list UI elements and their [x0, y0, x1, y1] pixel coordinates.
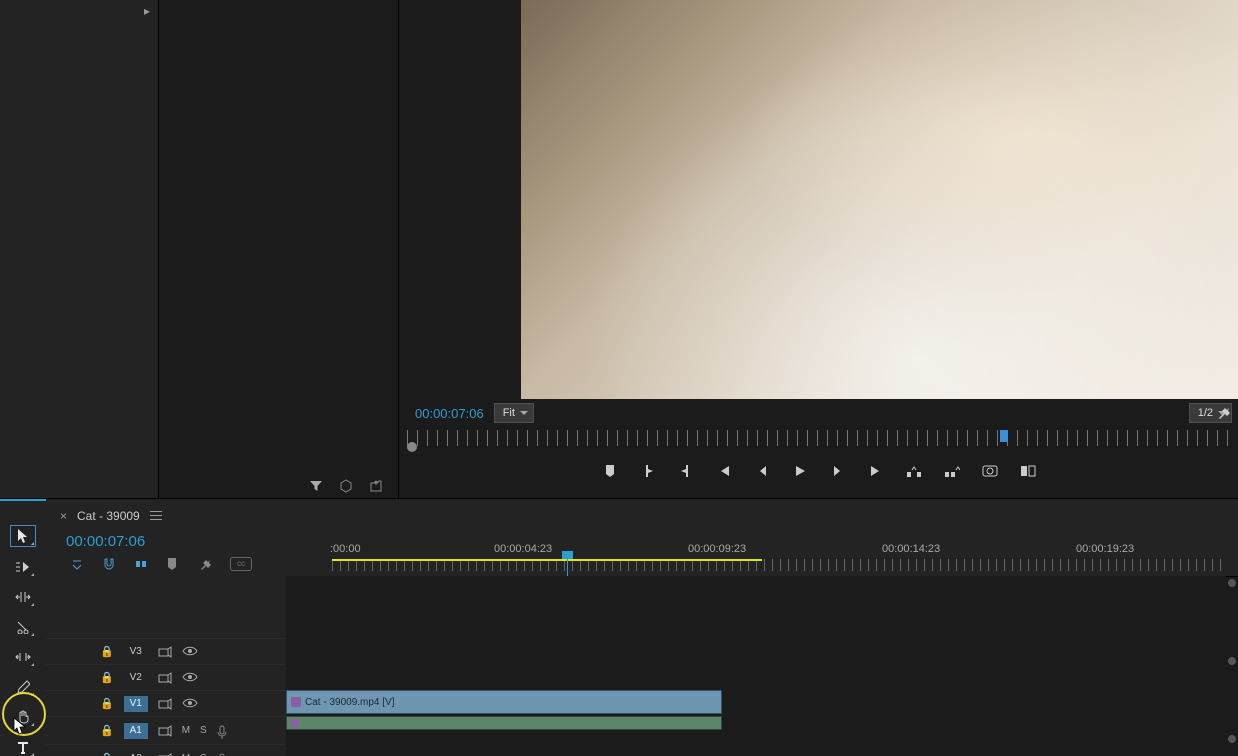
scrub-knob-icon[interactable] — [407, 442, 417, 452]
ruler-label: 00:00:19:23 — [1076, 543, 1134, 555]
expand-icon[interactable]: ▸ — [144, 4, 150, 18]
toggle-output-icon[interactable] — [158, 646, 172, 658]
ripple-edit-tool[interactable] — [11, 587, 35, 607]
toggle-output-icon[interactable] — [158, 698, 172, 710]
toggle-output-icon[interactable] — [158, 753, 172, 756]
timeline-ruler[interactable]: :00:00 00:00:04:23 00:00:09:23 00:00:14:… — [332, 543, 1226, 571]
lock-icon[interactable]: 🔒 — [100, 724, 114, 737]
pen-tool[interactable] — [11, 677, 35, 697]
program-monitor: 00:00:07:06 Fit 1/2 — [399, 0, 1238, 498]
fx-badge-icon — [291, 697, 301, 707]
eye-icon[interactable] — [182, 672, 196, 684]
fx-badge-icon — [291, 719, 299, 727]
track-a1[interactable]: 🔒 A1 M S — [46, 717, 286, 745]
program-timecode[interactable]: 00:00:07:06 — [415, 406, 484, 421]
selection-tool[interactable] — [10, 525, 36, 547]
toggle-output-icon[interactable] — [158, 725, 172, 737]
mark-in-icon[interactable] — [639, 462, 657, 480]
ruler-label: 00:00:14:23 — [882, 543, 940, 555]
tracks-area: 🔒 V3 🔒 V2 🔒 V1 🔒 — [46, 576, 1226, 756]
razor-tool[interactable] — [11, 617, 35, 637]
lock-icon[interactable]: 🔒 — [100, 671, 114, 684]
source-panel — [159, 0, 399, 498]
project-panel: ▸ — [0, 0, 159, 498]
tool-palette — [0, 499, 47, 756]
slip-tool[interactable] — [11, 647, 35, 667]
lift-icon[interactable] — [905, 462, 923, 480]
video-preview[interactable] — [521, 0, 1238, 399]
linked-selection-icon[interactable] — [134, 557, 148, 571]
voiceover-icon[interactable] — [217, 753, 231, 756]
cc-icon[interactable]: cc — [230, 557, 252, 571]
track-a2[interactable]: 🔒 A2 M S — [46, 745, 286, 756]
extract-icon[interactable] — [943, 462, 961, 480]
transport-controls — [399, 462, 1238, 480]
eye-icon[interactable] — [182, 698, 196, 710]
program-scrubber[interactable] — [407, 430, 1230, 446]
scroll-handle-icon[interactable] — [1228, 735, 1236, 743]
sequence-tab[interactable]: × Cat - 39009 — [60, 509, 162, 523]
settings-icon[interactable] — [1216, 405, 1232, 421]
comparison-view-icon[interactable] — [1019, 462, 1037, 480]
export-icon[interactable] — [368, 478, 384, 494]
scroll-handle-icon[interactable] — [1228, 657, 1236, 665]
track-label[interactable]: V2 — [124, 670, 148, 686]
step-fwd-icon[interactable] — [829, 462, 847, 480]
mark-out-icon[interactable] — [677, 462, 695, 480]
timeline-header: × Cat - 39009 00:00:07:06 cc :00:00 00:0… — [46, 499, 1238, 577]
app-root: ▸ 00:00:07:06 Fit 1/2 — [0, 0, 1238, 756]
vertical-scroll[interactable] — [1226, 509, 1238, 756]
eye-icon[interactable] — [182, 646, 196, 658]
mute-button[interactable]: M — [182, 725, 190, 736]
track-label[interactable]: A2 — [124, 751, 148, 756]
timeline-panel: × Cat - 39009 00:00:07:06 cc :00:00 00:0… — [0, 499, 1238, 756]
audio-clip[interactable] — [286, 716, 722, 730]
zoom-dropdown[interactable]: Fit — [494, 403, 534, 423]
export-frame-icon[interactable] — [981, 462, 999, 480]
clip-label: Cat - 39009.mp4 [V] — [305, 697, 395, 708]
snap-icon[interactable] — [70, 557, 84, 571]
track-select-tool[interactable] — [11, 557, 35, 577]
track-label[interactable]: V1 — [124, 696, 148, 712]
track-label[interactable]: A1 — [124, 723, 148, 739]
ruler-label: 00:00:04:23 — [494, 543, 552, 555]
step-back-icon[interactable] — [753, 462, 771, 480]
type-tool[interactable] — [11, 737, 35, 756]
ruler-label: :00:00 — [330, 543, 361, 555]
track-headers: 🔒 V3 🔒 V2 🔒 V1 🔒 — [46, 576, 286, 756]
track-v1[interactable]: 🔒 V1 — [46, 691, 286, 717]
sequence-name: Cat - 39009 — [77, 509, 140, 523]
go-out-icon[interactable] — [867, 462, 885, 480]
video-clip[interactable]: Cat - 39009.mp4 [V] — [286, 690, 722, 714]
scroll-handle-icon[interactable] — [1228, 579, 1236, 587]
lock-icon[interactable]: 🔒 — [100, 752, 114, 756]
add-marker-icon[interactable] — [601, 462, 619, 480]
hand-tool[interactable] — [11, 707, 35, 727]
top-panels: ▸ 00:00:07:06 Fit 1/2 — [0, 0, 1238, 499]
solo-button[interactable]: S — [200, 725, 207, 736]
scrub-marker-icon[interactable] — [1000, 430, 1008, 442]
filter-icon[interactable] — [308, 478, 324, 494]
go-in-icon[interactable] — [715, 462, 733, 480]
lock-icon[interactable]: 🔒 — [100, 697, 114, 710]
close-tab-icon[interactable]: × — [60, 509, 67, 523]
ruler-label: 00:00:09:23 — [688, 543, 746, 555]
track-label[interactable]: V3 — [124, 644, 148, 660]
track-v3[interactable]: 🔒 V3 — [46, 639, 286, 665]
play-icon[interactable] — [791, 462, 809, 480]
toggle-output-icon[interactable] — [158, 672, 172, 684]
panel-menu-icon[interactable] — [150, 511, 162, 521]
marker-tool-icon[interactable] — [166, 557, 180, 571]
magnet-icon[interactable] — [102, 557, 116, 571]
wrench-icon[interactable] — [198, 557, 212, 571]
track-v2[interactable]: 🔒 V2 — [46, 665, 286, 691]
work-area-bar[interactable] — [332, 559, 762, 561]
clips-area[interactable]: Cat - 39009.mp4 [V] — [286, 576, 1226, 756]
lock-icon[interactable]: 🔒 — [100, 645, 114, 658]
voiceover-icon[interactable] — [217, 725, 231, 737]
new-item-icon[interactable] — [338, 478, 354, 494]
timeline-timecode[interactable]: 00:00:07:06 — [66, 533, 145, 550]
